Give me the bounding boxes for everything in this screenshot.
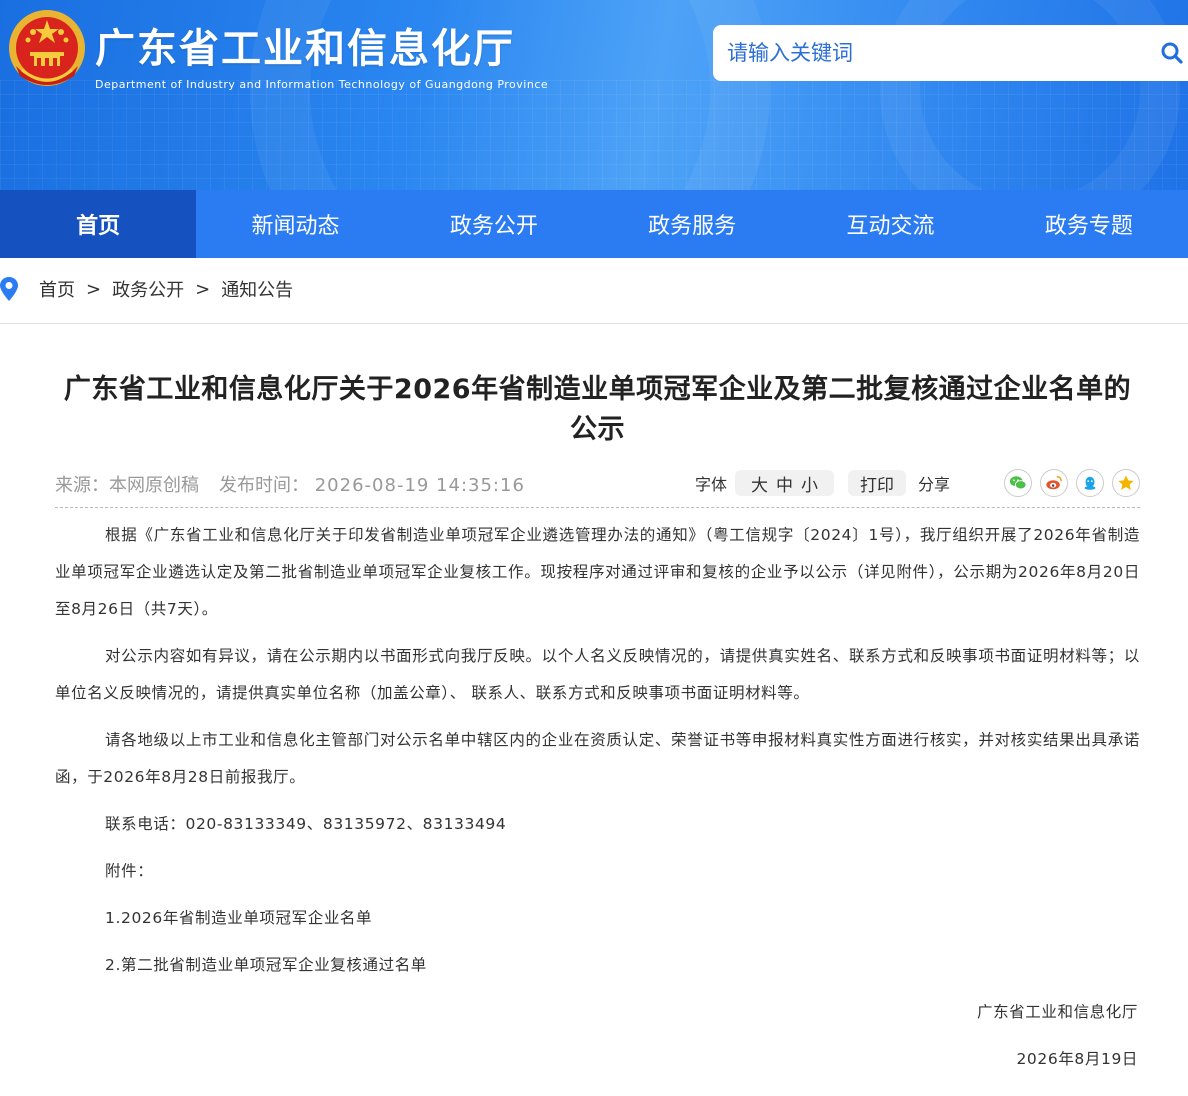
breadcrumb: 首页 > 政务公开 > 通知公告 bbox=[0, 258, 1188, 324]
wechat-icon[interactable] bbox=[1004, 469, 1032, 497]
article-title: 广东省工业和信息化厅关于2026年省制造业单项冠军企业及第二批复核通过企业名单的… bbox=[63, 374, 1132, 445]
print-button[interactable]: 打印 bbox=[847, 470, 906, 496]
national-emblem-icon bbox=[9, 10, 85, 86]
breadcrumb-notices[interactable]: 通知公告 bbox=[221, 276, 293, 302]
font-size-label: 字体 bbox=[694, 475, 727, 494]
search-input[interactable] bbox=[727, 33, 1147, 73]
publish-time: 2026-08-19 14:35:16 bbox=[314, 475, 525, 496]
search-box bbox=[713, 25, 1188, 81]
banner-grid bbox=[0, 80, 1188, 190]
font-size-small-button[interactable]: 小 bbox=[801, 471, 818, 496]
nav-item-topics[interactable]: 政务专题 bbox=[990, 190, 1188, 258]
breadcrumb-government-affairs[interactable]: 政务公开 bbox=[112, 276, 184, 302]
attachment-label: 附件： bbox=[105, 862, 154, 880]
qzone-icon[interactable] bbox=[1112, 469, 1140, 497]
signature-date: 2026年8月19日 bbox=[1016, 1050, 1138, 1068]
weibo-icon[interactable] bbox=[1040, 469, 1068, 497]
article-info: 来源：本网原创稿 发布时间： 2026-08-19 14:35:16 bbox=[55, 471, 525, 497]
nav-item-government-affairs[interactable]: 政务公开 bbox=[395, 190, 593, 258]
article-paragraph: 根据《广东省工业和信息化厅关于印发省制造业单项冠军企业遴选管理办法的通知》（粤工… bbox=[55, 526, 1140, 618]
main-nav: 首页 新闻动态 政务公开 政务服务 互动交流 政务专题 bbox=[0, 190, 1188, 258]
breadcrumb-home[interactable]: 首页 bbox=[39, 276, 75, 302]
signature-organization: 广东省工业和信息化厅 bbox=[976, 1003, 1138, 1021]
site-subtitle: Department of Industry and Information T… bbox=[95, 78, 549, 91]
site-title: 广东省工业和信息化厅 bbox=[95, 26, 515, 72]
article-tools: 字体 大 中 小 打印 分享 bbox=[695, 468, 1140, 498]
breadcrumb-trail: 首页 > 政务公开 > 通知公告 bbox=[39, 276, 293, 302]
breadcrumb-separator: > bbox=[195, 278, 211, 300]
nav-item-interaction[interactable]: 互动交流 bbox=[791, 190, 989, 258]
nav-item-home[interactable]: 首页 bbox=[0, 190, 197, 258]
article-paragraph: 对公示内容如有异议，请在公示期内以书面形式向我厅反映。以个人名义反映情况的，请提… bbox=[55, 647, 1140, 702]
article-source: 来源：本网原创稿 bbox=[55, 475, 199, 496]
nav-item-government-services[interactable]: 政务服务 bbox=[593, 190, 791, 258]
contact-phone: 联系电话：020-83133349、83135972、83133494 bbox=[105, 815, 507, 833]
search-icon[interactable] bbox=[1160, 41, 1184, 65]
article-body: 根据《广东省工业和信息化厅关于印发省制造业单项冠军企业遴选管理办法的通知》（粤工… bbox=[55, 517, 1140, 1088]
location-pin-icon bbox=[0, 277, 18, 301]
breadcrumb-separator: > bbox=[86, 278, 102, 300]
article-meta: 来源：本网原创稿 发布时间： 2026-08-19 14:35:16 字体 大 中… bbox=[55, 468, 1140, 508]
attachment-link-1[interactable]: 1.2026年省制造业单项冠军企业名单 bbox=[55, 900, 1140, 937]
article-paragraph: 请各地级以上市工业和信息化主管部门对公示名单中辖区内的企业在资质认定、荣誉证书等… bbox=[55, 731, 1140, 786]
font-size-medium-button[interactable]: 中 bbox=[776, 471, 793, 496]
font-size-large-button[interactable]: 大 bbox=[751, 471, 768, 496]
qq-icon[interactable] bbox=[1076, 469, 1104, 497]
font-size-options: 大 中 小 bbox=[734, 470, 834, 496]
share-label: 分享 bbox=[917, 475, 950, 494]
publish-time-label: 发布时间： bbox=[219, 475, 309, 496]
header-banner: 广东省工业和信息化厅 Department of Industry and In… bbox=[0, 0, 1188, 190]
attachment-link-2[interactable]: 2.第二批省制造业单项冠军企业复核通过名单 bbox=[55, 947, 1140, 984]
nav-item-news[interactable]: 新闻动态 bbox=[196, 190, 394, 258]
